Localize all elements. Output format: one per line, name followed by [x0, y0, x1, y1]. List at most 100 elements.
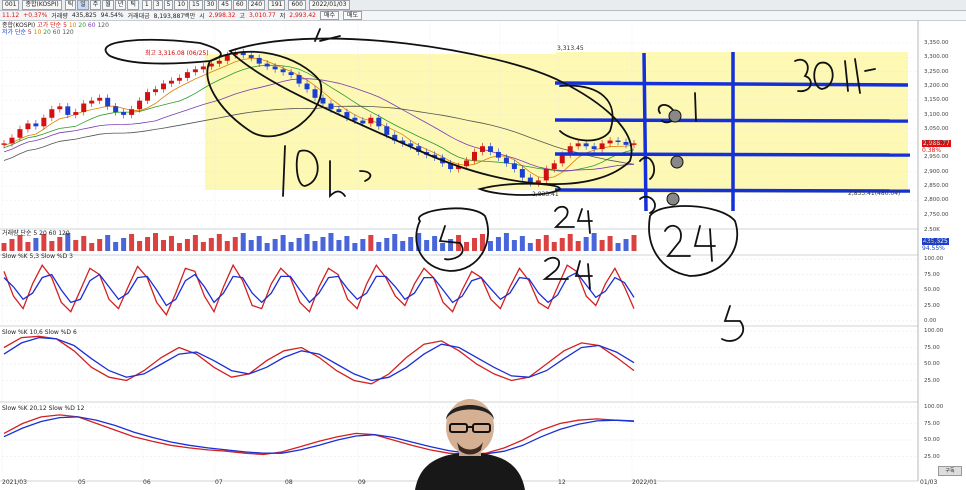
- volume-bar: [240, 233, 246, 251]
- volume-bar: [551, 242, 557, 251]
- volume-bar: [567, 234, 573, 251]
- candle-body: [479, 146, 485, 152]
- count-field[interactable]: 191: [268, 0, 286, 10]
- volume-bar: [408, 237, 414, 251]
- chart-toolbar: 001 종합(KOSPI) 틱일주월년틱 1 3 5 10 15 30 45 60 240 19…: [0, 0, 966, 11]
- minute-button[interactable]: 45: [218, 0, 232, 10]
- period-button[interactable]: 틱: [64, 0, 77, 10]
- date-tick: 07: [215, 479, 223, 486]
- period-button[interactable]: 년: [114, 0, 127, 10]
- candle-body: [464, 160, 470, 167]
- candle-body: [591, 146, 597, 150]
- volume-bar: [17, 235, 23, 251]
- period-button[interactable]: 월: [102, 0, 114, 10]
- high-label: 고: [239, 13, 245, 20]
- period-button[interactable]: 주: [89, 0, 102, 10]
- minute-button[interactable]: 15: [189, 0, 203, 10]
- index-name[interactable]: 종합(KOSPI): [22, 0, 62, 10]
- low-note: 2,833.41(480.04): [848, 190, 901, 197]
- volume-bar: [591, 233, 597, 251]
- volume-bar: [384, 238, 390, 251]
- high-note: 최고 3,316.08 (06/25): [145, 50, 209, 57]
- candle-body: [17, 129, 23, 138]
- amount-value: 8,193,887백만: [153, 13, 196, 20]
- volume-bar: [288, 242, 294, 251]
- volume-bar: [448, 239, 454, 251]
- last-price-pct: 0.38%: [922, 147, 942, 154]
- sell-button[interactable]: 매도: [343, 11, 363, 20]
- volume-bar: [232, 237, 238, 251]
- candle-body: [472, 151, 478, 161]
- minute-button[interactable]: 3: [152, 0, 163, 10]
- amount-label: 거래대금: [127, 13, 150, 20]
- candle-body: [615, 140, 621, 142]
- period-button[interactable]: 틱: [127, 0, 139, 10]
- volume-bar: [503, 233, 509, 251]
- volume-bar: [424, 240, 430, 251]
- candle-body: [288, 72, 294, 76]
- stoch1-legend: Slow %K 5,3 Slow %D 3: [2, 253, 73, 260]
- volume-bar: [400, 241, 406, 251]
- volume-bar: [1, 243, 7, 251]
- ma2-period: 20: [41, 29, 51, 36]
- period-button[interactable]: 일: [77, 0, 89, 10]
- volume-bar: [336, 240, 342, 251]
- volume-label: 거래량: [51, 13, 68, 20]
- candle-body: [49, 109, 55, 118]
- volume-bar: [360, 239, 366, 251]
- volume-bar: [432, 236, 438, 251]
- date-field[interactable]: 2022/01/03: [308, 0, 350, 10]
- candle-body: [168, 80, 174, 84]
- candle-body: [368, 117, 374, 124]
- blue-grid-horizontal: [554, 118, 909, 123]
- volume-last-pct: 94.55%: [922, 245, 945, 252]
- hand-circle-24: [648, 205, 738, 277]
- open-value: 2,998.32: [208, 12, 236, 19]
- volume-bar: [559, 238, 565, 251]
- ma-period: 60: [86, 22, 96, 29]
- candle-body: [65, 106, 71, 115]
- minute-button[interactable]: 30: [203, 0, 218, 10]
- price-tick: 2,950.00: [924, 154, 949, 161]
- volume-bar: [97, 239, 103, 251]
- volume-bar: [113, 242, 119, 251]
- candle-body: [137, 100, 143, 110]
- volume-bar: [495, 237, 501, 251]
- minute-button[interactable]: 1: [141, 0, 152, 10]
- volume-bar: [168, 236, 174, 251]
- volume-bar: [176, 243, 182, 251]
- code-field[interactable]: 001: [2, 0, 20, 10]
- price-tick: 3,150.00: [924, 97, 949, 104]
- volume-bar: [352, 243, 358, 251]
- stoch1-tick: 75.00: [924, 271, 940, 278]
- peak-note: 3,313.45: [557, 45, 584, 52]
- volume-bar: [248, 240, 254, 251]
- candle-body: [105, 97, 111, 107]
- volume-bar: [615, 243, 621, 251]
- volume-bar: [607, 236, 613, 251]
- ma-periods: 5 10 20 60 120: [63, 22, 109, 29]
- candle-body: [503, 157, 509, 164]
- minute-button[interactable]: 240: [247, 0, 266, 10]
- minute-button[interactable]: 60: [232, 0, 247, 10]
- candle-body: [1, 143, 7, 145]
- volume-pct: 94.54%: [100, 12, 124, 19]
- candle-body: [384, 126, 390, 135]
- minute-button[interactable]: 10: [174, 0, 189, 10]
- candle-body: [575, 143, 581, 147]
- stoch2-tick: 50.00: [924, 361, 940, 367]
- volume-bar: [527, 243, 533, 251]
- presenter-webcam: [415, 399, 525, 490]
- candle-body: [73, 112, 79, 115]
- volume-bar: [272, 239, 278, 251]
- stoch2-k-line: [3, 335, 635, 385]
- ma2-period: 120: [60, 29, 74, 36]
- candle-body: [256, 57, 262, 64]
- candle-body: [623, 141, 629, 145]
- price-tick: 2,900.00: [924, 168, 949, 175]
- price-tick: 2,850.00: [924, 183, 949, 189]
- buy-button[interactable]: 매수: [319, 11, 340, 20]
- volume-tick: 2.50K: [924, 227, 940, 233]
- minute-button[interactable]: 5: [163, 0, 174, 10]
- price-tick: 3,050.00: [924, 125, 949, 132]
